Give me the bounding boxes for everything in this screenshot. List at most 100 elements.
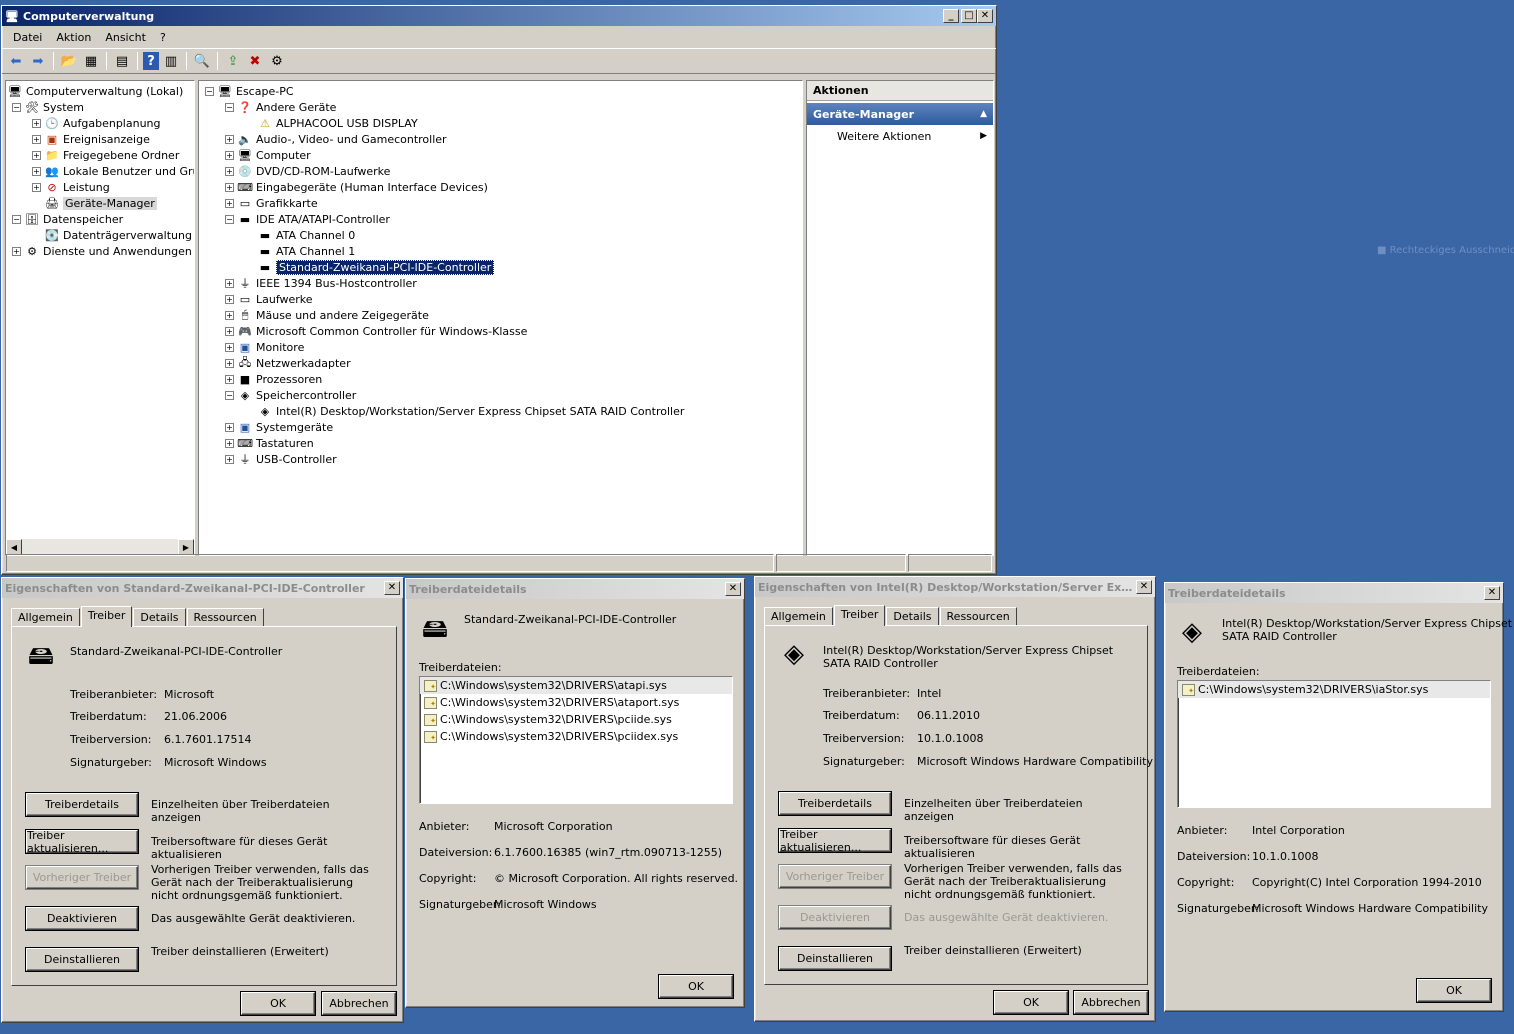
device-prozessoren[interactable]: + ■ Prozessoren <box>225 371 322 387</box>
device-alphacool[interactable]: ⚠ ALPHACOOL USB DISPLAY <box>245 115 418 131</box>
update-driver-button[interactable]: Treiber aktualisieren... <box>778 828 892 854</box>
menu-datei[interactable]: Datei <box>6 31 49 44</box>
device-intel-raid[interactable]: ◈ Intel(R) Desktop/Workstation/Server Exp… <box>245 403 685 419</box>
ok-button[interactable]: OK <box>240 991 316 1016</box>
enable-device-icon[interactable]: ⚙ <box>267 51 287 71</box>
expand-icon[interactable]: + <box>225 326 234 336</box>
properties-icon[interactable]: ▤ <box>112 51 132 71</box>
device-ide[interactable]: − ▬ IDE ATA/ATAPI-Controller <box>225 211 390 227</box>
scroll-right-icon[interactable]: ▶ <box>178 539 194 555</box>
action-more[interactable]: Weitere Aktionen ▶ <box>807 125 993 147</box>
device-system[interactable]: + ▣ Systemgeräte <box>225 419 333 435</box>
cancel-button[interactable]: Abbrechen <box>1073 990 1149 1015</box>
device-tastaturen[interactable]: + ⌨ Tastaturen <box>225 435 314 451</box>
tree-freigegebene[interactable]: + 📁 Freigegebene Ordner <box>32 147 179 163</box>
back-icon[interactable]: ⬅ <box>6 51 26 71</box>
ok-button[interactable]: OK <box>1416 978 1492 1003</box>
cancel-button[interactable]: Abbrechen <box>321 991 397 1016</box>
tree-leistung[interactable]: + ⊘ Leistung <box>32 179 110 195</box>
show-action-pane-icon[interactable]: ▥ <box>161 51 181 71</box>
device-root[interactable]: − 🖥 Escape-PC <box>205 83 294 99</box>
list-item[interactable]: ✦ C:\Windows\system32\DRIVERS\pciide.sys <box>420 711 732 728</box>
device-ieee[interactable]: + ⏚ IEEE 1394 Bus-Hostcontroller <box>225 275 417 291</box>
tab-allgemein[interactable]: Allgemein <box>764 607 833 625</box>
device-ata1[interactable]: ▬ ATA Channel 1 <box>245 243 355 259</box>
expand-icon[interactable]: + <box>225 134 234 144</box>
device-computer[interactable]: + 🖥 Computer <box>225 147 311 163</box>
disable-button[interactable]: Deaktivieren <box>25 906 139 931</box>
expand-icon[interactable]: + <box>225 310 234 320</box>
device-monitore[interactable]: + ▣ Monitore <box>225 339 304 355</box>
show-hide-tree-icon[interactable]: ▦ <box>81 51 101 71</box>
details1-titlebar[interactable]: Treiberdateidetails ✕ <box>406 579 744 599</box>
ok-button[interactable]: OK <box>658 974 734 999</box>
uninstall-button[interactable]: Deinstallieren <box>25 947 139 972</box>
device-std-ide[interactable]: ▬ Standard-Zweikanal-PCI-IDE-Controller <box>245 259 495 275</box>
tree-lokale[interactable]: +👥Lokale Benutzer und Grupp <box>32 163 194 179</box>
main-titlebar[interactable]: 🖥 Computerverwaltung _ □ ✕ <box>2 6 996 26</box>
device-usb[interactable]: + ⏚ USB-Controller <box>225 451 337 467</box>
collapse-icon[interactable]: − <box>12 102 21 112</box>
up-folder-icon[interactable]: 📂 <box>59 51 79 71</box>
expand-icon[interactable]: + <box>225 454 234 464</box>
tree-datenspeicher[interactable]: − 🗄 Datenspeicher <box>12 211 123 227</box>
tab-details[interactable]: Details <box>886 607 939 625</box>
device-netzwerk[interactable]: + 🖧 Netzwerkadapter <box>225 355 351 371</box>
update-driver-button[interactable]: Treiber aktualisieren... <box>25 829 139 855</box>
tab-treiber[interactable]: Treiber <box>80 606 133 627</box>
tab-ressourcen[interactable]: Ressourcen <box>939 607 1017 625</box>
tab-details[interactable]: Details <box>133 608 186 626</box>
expand-icon[interactable]: + <box>225 294 234 304</box>
help-icon[interactable]: ? <box>143 52 159 70</box>
collapse-icon[interactable]: − <box>225 102 234 112</box>
expand-icon[interactable]: + <box>225 166 234 176</box>
ok-button[interactable]: OK <box>993 990 1069 1015</box>
uninstall-button[interactable]: Deinstallieren <box>778 946 892 971</box>
expand-icon[interactable]: + <box>225 342 234 352</box>
rollback-driver-button[interactable]: Vorheriger Treiber <box>25 865 139 890</box>
details2-titlebar[interactable]: Treiberdateidetails ✕ <box>1165 583 1503 603</box>
driver-files-list[interactable]: ✦ C:\Windows\system32\DRIVERS\iaStor.sys <box>1177 680 1491 808</box>
tree-ereignisanzeige[interactable]: + ▣ Ereignisanzeige <box>32 131 150 147</box>
tab-ressourcen[interactable]: Ressourcen <box>186 608 264 626</box>
tree-dienste[interactable]: + ⚙ Dienste und Anwendungen <box>12 243 192 259</box>
collapse-icon[interactable]: − <box>12 214 21 224</box>
expand-icon[interactable]: + <box>32 150 41 160</box>
menu-help[interactable]: ? <box>153 31 173 44</box>
disable-button[interactable]: Deaktivieren <box>778 905 892 930</box>
tree-hscrollbar[interactable]: ◀ ▶ <box>6 539 194 555</box>
scroll-left-icon[interactable]: ◀ <box>6 539 22 555</box>
driver-details-button[interactable]: Treiberdetails <box>25 792 139 817</box>
device-speicher[interactable]: − ◈ Speichercontroller <box>225 387 356 403</box>
device-mscommon[interactable]: + 🎮 Microsoft Common Controller für Window… <box>225 323 527 339</box>
list-item[interactable]: ✦ C:\Windows\system32\DRIVERS\atapi.sys <box>420 677 732 694</box>
device-ata0[interactable]: ▬ ATA Channel 0 <box>245 227 355 243</box>
close-button[interactable]: ✕ <box>725 582 741 596</box>
tab-allgemein[interactable]: Allgemein <box>11 608 80 626</box>
tree-aufgabenplanung[interactable]: + 🕒 Aufgabenplanung <box>32 115 161 131</box>
expand-icon[interactable]: + <box>225 374 234 384</box>
menu-aktion[interactable]: Aktion <box>49 31 98 44</box>
tree-geraete-manager[interactable]: 🖨 Geräte-Manager <box>32 195 157 211</box>
driver-files-list[interactable]: ✦ C:\Windows\system32\DRIVERS\atapi.sys ✦… <box>419 676 733 804</box>
device-eingabe[interactable]: + ⌨ Eingabegeräte (Human Interface Devices… <box>225 179 488 195</box>
forward-icon[interactable]: ➡ <box>28 51 48 71</box>
tree-root[interactable]: 🖥 Computerverwaltung (Lokal) <box>8 83 183 99</box>
collapse-icon[interactable]: − <box>205 86 214 96</box>
expand-icon[interactable]: + <box>12 246 21 256</box>
scan-hardware-icon[interactable]: 🔍 <box>192 51 212 71</box>
rollback-driver-button[interactable]: Vorheriger Treiber <box>778 864 892 889</box>
expand-icon[interactable]: + <box>32 134 41 144</box>
expand-icon[interactable]: + <box>32 166 41 176</box>
props2-titlebar[interactable]: Eigenschaften von Intel(R) Desktop/Works… <box>755 577 1155 597</box>
expand-icon[interactable]: + <box>225 422 234 432</box>
close-button[interactable]: ✕ <box>384 581 400 595</box>
expand-icon[interactable]: + <box>225 438 234 448</box>
device-grafik[interactable]: + ▭ Grafikkarte <box>225 195 318 211</box>
close-button[interactable]: ✕ <box>977 9 993 23</box>
expand-icon[interactable]: + <box>225 358 234 368</box>
list-item[interactable]: ✦ C:\Windows\system32\DRIVERS\iaStor.sys <box>1178 681 1490 698</box>
menu-ansicht[interactable]: Ansicht <box>98 31 153 44</box>
device-maeuse[interactable]: + 🖱 Mäuse und andere Zeigegeräte <box>225 307 429 323</box>
uninstall-icon[interactable]: ✖ <box>245 51 265 71</box>
